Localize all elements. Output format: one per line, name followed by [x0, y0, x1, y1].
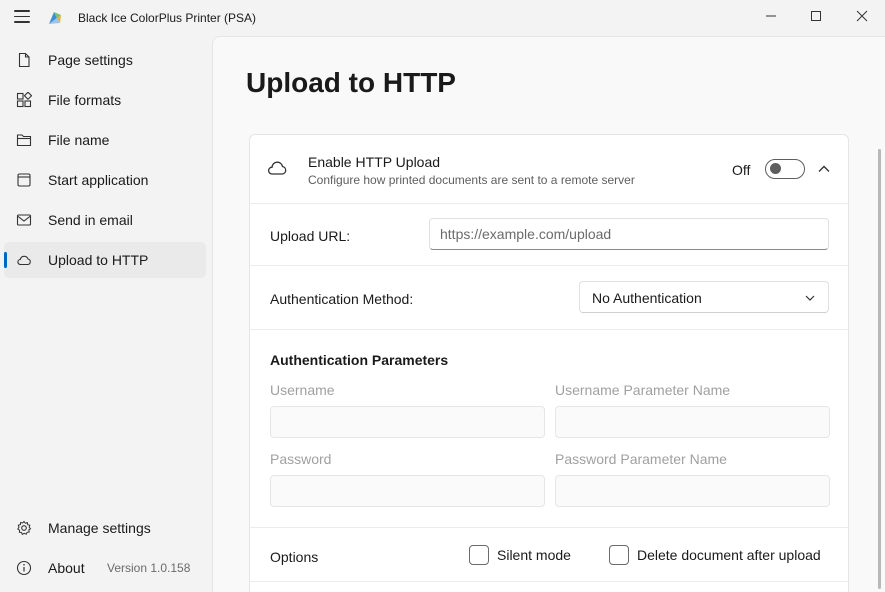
- sidebar-item-label: File name: [48, 132, 110, 148]
- auth-method-value: No Authentication: [592, 290, 702, 306]
- sidebar-item-label: Manage settings: [48, 520, 151, 536]
- info-icon: [16, 560, 32, 576]
- sidebar-item-label: Send in email: [48, 212, 133, 228]
- maximize-icon: [811, 11, 821, 21]
- maximize-button[interactable]: [793, 0, 839, 32]
- gear-icon: [17, 520, 32, 536]
- window-title: Black Ice ColorPlus Printer (PSA): [78, 11, 257, 25]
- options-label: Options: [270, 549, 319, 565]
- silent-mode-label[interactable]: Silent mode: [497, 547, 571, 563]
- page-title: Upload to HTTP: [246, 67, 456, 98]
- divider: [250, 203, 848, 204]
- divider: [250, 265, 848, 266]
- sidebar-item-label: File formats: [48, 92, 122, 108]
- enable-upload-toggle[interactable]: [765, 159, 805, 179]
- auth-method-select[interactable]: No Authentication: [579, 281, 829, 313]
- enable-upload-description: Configure how printed documents are sent…: [308, 173, 635, 187]
- sidebar-item-page-settings[interactable]: Page settings: [4, 42, 206, 78]
- password-param-input[interactable]: [555, 475, 830, 507]
- divider: [250, 329, 848, 330]
- file-formats-icon: [16, 92, 32, 108]
- chevron-up-icon[interactable]: [817, 162, 831, 176]
- username-input[interactable]: [270, 406, 545, 438]
- delete-after-upload-checkbox[interactable]: [609, 545, 629, 565]
- sidebar-item-label: Upload to HTTP: [48, 252, 149, 268]
- enable-upload-title: Enable HTTP Upload: [308, 154, 441, 170]
- username-param-label: Username Parameter Name: [555, 382, 731, 398]
- username-label: Username: [270, 382, 335, 398]
- active-indicator: [4, 252, 7, 268]
- sidebar-item-label: Start application: [48, 172, 149, 188]
- sidebar-item-start-application[interactable]: Start application: [4, 162, 206, 198]
- auth-method-label: Authentication Method:: [270, 291, 414, 307]
- divider: [250, 527, 848, 528]
- password-param-label: Password Parameter Name: [555, 451, 727, 467]
- toggle-state-label: Off: [732, 162, 751, 178]
- folder-icon: [16, 134, 32, 147]
- chevron-down-icon: [805, 295, 815, 301]
- cloud-icon: [17, 255, 31, 266]
- mail-icon: [16, 214, 32, 226]
- username-param-input[interactable]: [555, 406, 830, 438]
- app-logo-icon: [49, 12, 61, 24]
- sidebar-item-manage-settings[interactable]: Manage settings: [4, 510, 206, 546]
- toggle-knob: [770, 163, 781, 174]
- sidebar: Page settings File formats File name Sta…: [0, 36, 212, 592]
- divider: [250, 581, 848, 582]
- sidebar-item-about[interactable]: About Version 1.0.158: [4, 550, 206, 586]
- scrollbar[interactable]: [878, 149, 881, 589]
- upload-url-input[interactable]: [429, 218, 829, 250]
- close-button[interactable]: [839, 0, 885, 32]
- sidebar-item-upload-to-http[interactable]: Upload to HTTP: [4, 242, 206, 278]
- password-label: Password: [270, 451, 332, 467]
- sidebar-item-label: About: [48, 560, 85, 576]
- password-input[interactable]: [270, 475, 545, 507]
- sidebar-item-label: Page settings: [48, 52, 133, 68]
- page-icon: [18, 52, 30, 68]
- cloud-icon: [268, 161, 287, 175]
- main-content: Upload to HTTP Enable HTTP Upload Config…: [212, 36, 885, 592]
- minimize-icon: [766, 15, 776, 17]
- minimize-button[interactable]: [748, 0, 794, 32]
- sidebar-item-file-name[interactable]: File name: [4, 122, 206, 158]
- silent-mode-checkbox[interactable]: [469, 545, 489, 565]
- sidebar-item-file-formats[interactable]: File formats: [4, 82, 206, 118]
- upload-url-label: Upload URL:: [270, 228, 351, 244]
- window-icon: [17, 173, 31, 187]
- delete-after-upload-label[interactable]: Delete document after upload: [637, 547, 821, 563]
- title-bar: Black Ice ColorPlus Printer (PSA): [0, 0, 885, 36]
- auth-params-heading: Authentication Parameters: [270, 352, 449, 368]
- hamburger-menu-icon[interactable]: [14, 10, 30, 24]
- sidebar-item-send-in-email[interactable]: Send in email: [4, 202, 206, 238]
- http-upload-card: Enable HTTP Upload Configure how printed…: [249, 134, 849, 592]
- close-icon: [856, 10, 868, 22]
- version-label: Version 1.0.158: [107, 561, 191, 575]
